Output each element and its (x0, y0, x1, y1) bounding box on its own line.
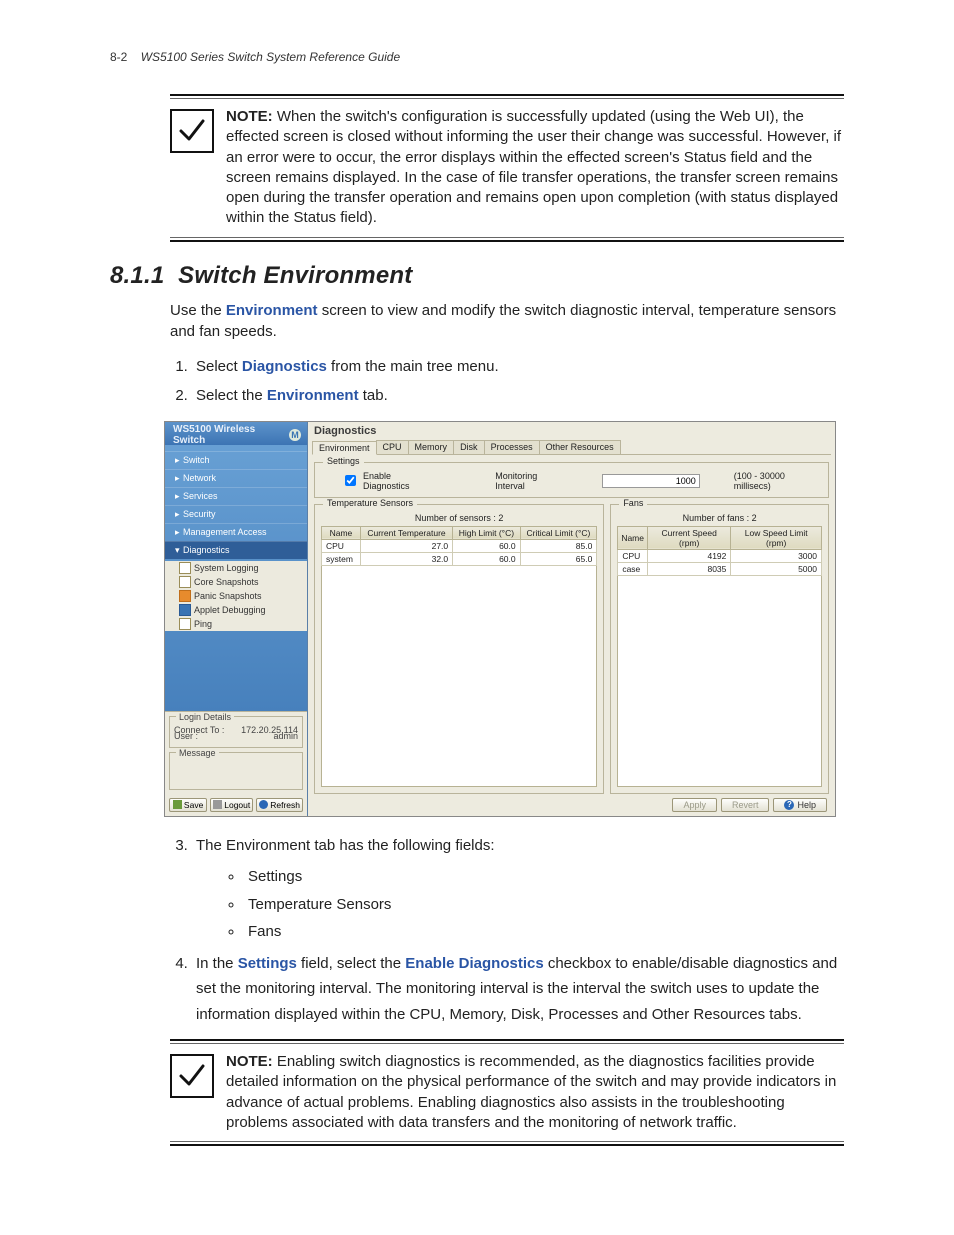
enable-diagnostics-input[interactable] (345, 475, 356, 486)
page-number: 8-2 (110, 50, 127, 64)
tree-ping[interactable]: Ping (177, 617, 307, 631)
tree-diagnostics[interactable]: ▾Diagnostics (165, 541, 307, 559)
main-title: Diagnostics (312, 424, 831, 440)
save-icon (173, 800, 182, 809)
monitoring-interval-input[interactable] (602, 474, 700, 488)
footer-buttons: Apply Revert ? Help (312, 794, 831, 812)
tree-core[interactable]: Core Snapshots (177, 575, 307, 589)
doc-icon (179, 562, 191, 574)
refresh-button[interactable]: Refresh (256, 798, 303, 812)
logout-icon (213, 800, 222, 809)
running-header: 8-2 WS5100 Series Switch System Referenc… (110, 50, 844, 64)
save-button[interactable]: Save (169, 798, 207, 812)
brand-logo-icon: M (289, 429, 301, 441)
field-bullets: Settings Temperature Sensors Fans (226, 864, 844, 945)
help-icon: ? (784, 800, 794, 810)
tab-processes[interactable]: Processes (484, 440, 540, 454)
settings-fieldset: Settings Enable Diagnostics Monitoring I… (314, 462, 829, 498)
diagnostics-subtree: System Logging Core Snapshots Panic Snap… (165, 561, 307, 631)
tab-other[interactable]: Other Resources (539, 440, 621, 454)
temperature-table: Name Current Temperature High Limit (°C)… (321, 526, 597, 566)
ping-icon (179, 618, 191, 630)
doc-icon (179, 576, 191, 588)
help-button[interactable]: ? Help (773, 798, 827, 812)
brand-bar: WS5100 Wireless Switch M (165, 422, 307, 445)
table-row[interactable]: CPU 27.0 60.0 85.0 (322, 539, 597, 552)
message-panel: Message (169, 752, 303, 790)
tab-memory[interactable]: Memory (408, 440, 455, 454)
monitoring-hint: (100 - 30000 millisecs) (734, 471, 820, 491)
embedded-ui: WS5100 Wireless Switch M ▸Switch ▸Networ… (164, 421, 836, 817)
check-icon (170, 109, 214, 153)
fan-count: Number of fans : 2 (617, 513, 822, 523)
temperature-panel: Temperature Sensors Number of sensors : … (314, 504, 604, 794)
revert-button[interactable]: Revert (721, 798, 770, 812)
nav-tree: ▸Switch ▸Network ▸Services ▸Security ▸Ma… (165, 451, 307, 559)
monitoring-interval-label: Monitoring Interval (495, 471, 566, 491)
main-panel: Diagnostics Environment CPU Memory Disk … (308, 422, 835, 816)
tab-disk[interactable]: Disk (453, 440, 485, 454)
intro-paragraph: Use the Environment screen to view and m… (170, 300, 844, 342)
tree-applet[interactable]: Applet Debugging (177, 603, 307, 617)
table-row[interactable]: case 8035 5000 (618, 562, 822, 575)
steps-list-top: Select Diagnostics from the main tree me… (170, 354, 844, 409)
alert-icon (179, 590, 191, 602)
table-row[interactable]: CPU 4192 3000 (618, 549, 822, 562)
tree-security[interactable]: ▸Security (165, 505, 307, 523)
tab-environment[interactable]: Environment (312, 441, 377, 455)
tree-network[interactable]: ▸Network (165, 469, 307, 487)
check-icon (170, 1054, 214, 1098)
step-1: Select Diagnostics from the main tree me… (192, 354, 844, 380)
sidebar: WS5100 Wireless Switch M ▸Switch ▸Networ… (165, 422, 308, 816)
tab-cpu[interactable]: CPU (376, 440, 409, 454)
note-text-1: NOTE: When the switch's configuration is… (226, 107, 844, 229)
enable-diagnostics-checkbox[interactable]: Enable Diagnostics (341, 471, 435, 491)
tab-bar: Environment CPU Memory Disk Processes Ot… (312, 440, 831, 455)
tree-syslog[interactable]: System Logging (177, 561, 307, 575)
step-3: The Environment tab has the following fi… (192, 833, 844, 945)
tree-switch[interactable]: ▸Switch (165, 451, 307, 469)
running-title: WS5100 Series Switch System Reference Gu… (141, 50, 400, 64)
login-details: Login Details Connect To :172.20.25.114 … (169, 716, 303, 748)
table-row[interactable]: system 32.0 60.0 65.0 (322, 552, 597, 565)
note-text-2: NOTE: Enabling switch diagnostics is rec… (226, 1052, 844, 1133)
steps-list-bottom: The Environment tab has the following fi… (170, 833, 844, 1028)
logout-button[interactable]: Logout (210, 798, 253, 812)
fans-panel: Fans Number of fans : 2 Name Current Spe… (610, 504, 829, 794)
tree-panic[interactable]: Panic Snapshots (177, 589, 307, 603)
sensor-count: Number of sensors : 2 (321, 513, 597, 523)
step-4: In the Settings field, select the Enable… (192, 951, 844, 1028)
section-heading: 8.1.1 Switch Environment (110, 262, 844, 290)
apply-button[interactable]: Apply (672, 798, 717, 812)
step-2: Select the Environment tab. (192, 383, 844, 409)
refresh-icon (259, 800, 268, 809)
fans-table: Name Current Speed (rpm) Low Speed Limit… (617, 526, 822, 576)
tree-services[interactable]: ▸Services (165, 487, 307, 505)
debug-icon (179, 604, 191, 616)
tree-mgmt[interactable]: ▸Management Access (165, 523, 307, 541)
